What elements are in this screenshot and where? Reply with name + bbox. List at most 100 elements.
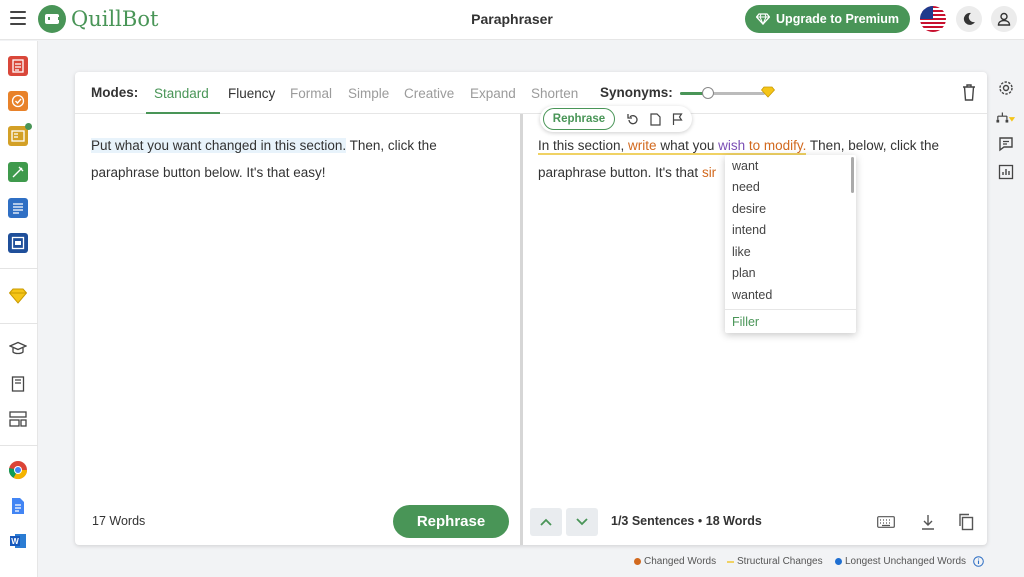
sentence-count: 1/3 Sentences [611,514,695,528]
mode-tab-expand[interactable]: Expand [470,86,516,101]
changed-word[interactable]: write [628,138,657,153]
synonyms-slider-knob[interactable] [702,87,715,99]
trash-icon[interactable] [962,83,976,101]
synonym-option[interactable]: desire [732,202,766,216]
previous-sentence-button[interactable] [530,508,562,536]
info-icon[interactable] [973,556,984,567]
mode-tab-standard[interactable]: Standard [154,86,209,101]
input-text-area[interactable]: Put what you want changed in this sectio… [91,132,501,186]
statistics-icon[interactable] [996,162,1016,182]
sidebar-divider [0,323,38,324]
stats-separator: • [697,514,703,528]
synonym-option[interactable]: want [732,159,758,173]
filler-option[interactable]: Filler [732,315,759,329]
synonym-option[interactable]: plan [732,266,756,280]
citation-generator-tool-icon[interactable] [8,233,28,253]
unchanged-color-dot [835,558,842,565]
changed-color-dot [634,558,641,565]
mode-tab-simple[interactable]: Simple [348,86,389,101]
output-word-count: 18 Words [705,514,762,528]
sidebar-divider [0,268,38,269]
premium-diamond-icon [761,86,775,98]
quillbot-logo-icon [38,5,66,33]
svg-text:W: W [11,537,19,546]
sidebar-divider [0,445,38,446]
premium-diamond-icon[interactable] [8,286,28,306]
legend-changed: Changed Words [634,556,716,567]
synonym-option[interactable]: intend [732,223,766,237]
mode-tab-creative[interactable]: Creative [404,86,454,101]
logo-text: QuillBot [71,7,159,31]
synonyms-slider[interactable] [680,87,765,99]
modes-label: Modes: [91,85,139,100]
changed-word[interactable]: to modify. [749,138,807,153]
rephrase-button[interactable]: Rephrase [393,505,509,538]
legend-unchanged: Longest Unchanged Words [835,556,984,567]
download-icon[interactable] [918,512,938,532]
sentence-toolbar: Rephrase [540,106,692,132]
selected-word[interactable]: wish [718,138,745,153]
output-sentence-1: In this section, write what you wish to … [538,138,807,155]
grammar-checker-tool-icon[interactable] [8,91,28,111]
modes-bar: Modes: Standard Fluency Formal Simple Cr… [75,72,987,114]
copy-icon[interactable] [956,512,976,532]
dark-mode-toggle[interactable] [956,6,982,32]
mode-tab-fluency[interactable]: Fluency [228,86,275,101]
dropdown-scrollbar[interactable] [851,157,854,193]
us-flag-icon[interactable] [920,6,946,32]
active-mode-indicator [146,112,220,114]
user-icon [997,12,1011,26]
synonym-option[interactable]: wanted [732,288,772,302]
legend-structural-label: Structural Changes [737,556,823,567]
summarizer-tool-icon[interactable] [8,198,28,218]
mode-tab-shorten[interactable]: Shorten [531,86,578,101]
undo-icon[interactable] [625,111,641,127]
paraphraser-tool-icon[interactable] [8,56,28,76]
output-segment: what you [656,138,719,153]
dropdown-divider [725,309,856,310]
structural-color-line [727,560,734,563]
upgrade-premium-button[interactable]: Upgrade to Premium [745,5,910,33]
keyboard-icon[interactable] [876,512,896,532]
moon-icon [963,12,975,25]
graduation-cap-icon[interactable] [8,339,28,359]
pane-divider[interactable] [520,114,523,545]
settings-gear-icon[interactable] [996,78,1016,98]
layout-icon[interactable] [8,409,28,429]
flag-icon[interactable] [669,111,685,127]
paraphraser-card: Modes: Standard Fluency Formal Simple Cr… [75,72,987,545]
microsoft-word-icon[interactable]: W [8,531,28,551]
input-word-count: 17 Words [92,514,146,528]
cowriter-tool-icon[interactable] [8,162,28,182]
next-sentence-button[interactable] [566,508,598,536]
input-highlighted-sentence: Put what you want changed in this sectio… [91,138,347,153]
output-segment: In this section, [538,138,629,153]
changed-word[interactable]: sir [702,165,716,180]
diamond-icon [756,13,771,25]
copy-document-icon[interactable] [647,111,663,127]
legend-structural: Structural Changes [727,556,823,567]
chevron-up-icon [540,518,552,526]
sentence-rephrase-button[interactable]: Rephrase [543,108,615,130]
account-button[interactable] [991,6,1017,32]
google-docs-icon[interactable] [8,496,28,516]
chevron-down-icon [576,518,588,526]
feedback-icon[interactable] [996,134,1016,154]
plagiarism-checker-tool-icon[interactable] [8,126,28,146]
synonym-dropdown: want need desire intend like plan wanted… [725,155,856,333]
notebook-icon[interactable] [8,374,28,394]
output-stats: 1/3 Sentences • 18 Words [611,514,762,528]
synonym-option[interactable]: like [732,245,751,259]
new-badge-dot [25,123,32,130]
synonyms-label: Synonyms: [600,85,673,100]
compare-modes-icon[interactable] [996,108,1016,128]
upgrade-premium-label: Upgrade to Premium [776,12,899,26]
synonym-option[interactable]: need [732,180,760,194]
menu-icon[interactable] [10,11,26,25]
tools-sidebar: W [0,41,38,577]
top-bar: QuillBot Paraphraser Upgrade to Premium [0,0,1024,40]
legend-unchanged-label: Longest Unchanged Words [845,556,967,567]
mode-tab-formal[interactable]: Formal [290,86,332,101]
chrome-extension-icon[interactable] [8,460,28,480]
logo[interactable]: QuillBot [38,5,158,33]
